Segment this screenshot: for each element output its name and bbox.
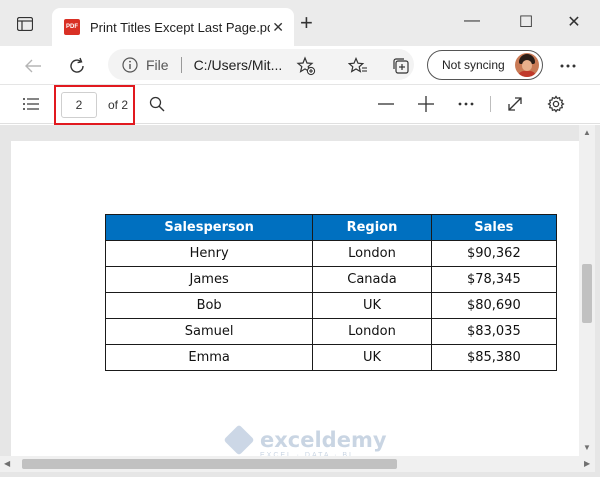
page-total-label: of 2 [108,98,129,112]
table-cell: James [104,266,314,293]
vertical-scroll-thumb[interactable] [582,264,592,323]
table-cell: UK [312,344,432,371]
tab-pdf-document[interactable]: PDF Print Titles Except Last Page.pdf ✕ [52,8,294,46]
minimize-button[interactable]: — [460,12,484,30]
more-tools-icon[interactable] [455,93,477,115]
tab-actions-icon[interactable] [10,9,40,39]
sales-table: Salesperson Region Sales Henry London $9… [104,214,558,371]
contents-icon[interactable] [20,93,42,115]
table-cell: $90,362 [430,240,558,267]
column-header: Sales [430,214,558,241]
collections-icon[interactable] [390,55,412,77]
zoom-in-icon[interactable] [415,93,437,115]
close-tab-icon[interactable]: ✕ [272,19,284,36]
table-header-row: Salesperson Region Sales [104,214,558,241]
info-icon [122,56,138,73]
table-cell: London [312,318,432,345]
table-cell: Samuel [104,318,314,345]
new-tab-button[interactable]: + [300,12,313,34]
sync-status-button[interactable]: Not syncing [427,50,543,80]
table-cell: $78,345 [430,266,558,293]
sync-label: Not syncing [442,58,505,72]
zoom-out-icon[interactable] [375,93,397,115]
table-row: Emma UK $85,380 [104,344,558,371]
table-cell: UK [312,292,432,319]
favorites-icon[interactable] [347,55,369,77]
scroll-right-icon[interactable]: ▶ [584,459,590,468]
settings-icon[interactable] [545,93,567,115]
search-icon[interactable] [146,93,168,115]
table-cell: $80,690 [430,292,558,319]
scroll-up-icon[interactable]: ▲ [583,128,591,137]
table-row: Samuel London $83,035 [104,318,558,345]
page-number-input[interactable]: 2 [61,92,97,118]
table-cell: London [312,240,432,267]
watermark-name: exceldemy [260,428,387,452]
address-url: C:/Users/Mit... [193,56,283,73]
address-scheme-label: File [146,56,169,73]
refresh-icon[interactable] [66,55,88,77]
close-window-button[interactable]: ✕ [562,12,586,32]
table-row: Henry London $90,362 [104,240,558,267]
toolbar-divider [490,96,491,112]
address-divider [180,56,182,73]
exceldemy-watermark: exceldemy EXCEL · DATA · BI [223,424,387,459]
table-cell: Emma [104,344,314,371]
scroll-down-icon[interactable]: ▼ [583,443,591,452]
column-header: Region [312,214,432,241]
scroll-left-icon[interactable]: ◀ [4,459,10,468]
back-icon[interactable] [22,55,44,77]
table-cell: Canada [312,266,432,293]
title-bar: PDF Print Titles Except Last Page.pdf ✕ … [0,0,600,46]
more-icon[interactable] [557,55,579,77]
table-row: Bob UK $80,690 [104,292,558,319]
avatar [515,53,539,77]
navigation-bar: File C:/Users/Mit... Not syncing [0,46,600,84]
table-cell: Henry [104,240,314,267]
add-favorite-icon[interactable] [295,55,317,77]
column-header: Salesperson [104,214,314,241]
pdf-icon: PDF [64,19,80,35]
table-cell: Bob [104,292,314,319]
fit-page-icon[interactable] [504,93,526,115]
maximize-button[interactable]: ☐ [514,12,538,32]
table-cell: $85,380 [430,344,558,371]
exceldemy-logo-icon [223,424,255,456]
table-cell: $83,035 [430,318,558,345]
tab-title: Print Titles Except Last Page.pdf [90,19,270,35]
table-row: James Canada $78,345 [104,266,558,293]
horizontal-scroll-thumb[interactable] [22,459,397,469]
